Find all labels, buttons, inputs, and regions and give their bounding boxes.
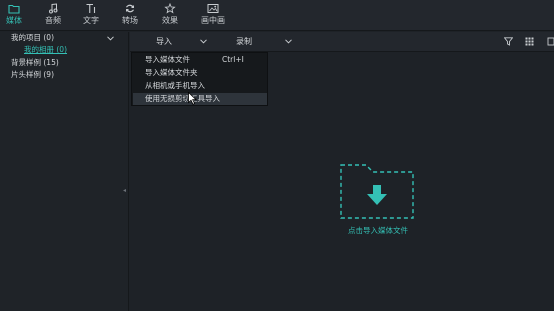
tab-text-label: 文字: [83, 16, 99, 25]
tab-audio-label: 音频: [45, 16, 61, 25]
tab-pip-label: 画中画: [201, 16, 225, 25]
drop-zone-label[interactable]: 点击导入媒体文件: [330, 226, 426, 236]
record-button[interactable]: 录制: [236, 36, 252, 47]
tab-pip[interactable]: 画中画: [192, 3, 234, 29]
tab-effects[interactable]: 效果: [152, 3, 188, 29]
menu-item-import-media-files[interactable]: 导入媒体文件 Ctrl+I: [133, 54, 267, 66]
tab-transition-label: 转场: [122, 16, 138, 25]
grid-view-icon[interactable]: [525, 37, 534, 46]
tab-media[interactable]: 媒体: [0, 3, 32, 29]
transition-icon: [126, 4, 134, 13]
tab-effects-label: 效果: [162, 16, 178, 25]
tab-media-label: 媒体: [6, 16, 22, 25]
menu-item-label: 导入媒体文件: [145, 55, 190, 64]
record-dropdown-chevron-icon[interactable]: [285, 39, 292, 44]
menu-item-import-from-camera-phone[interactable]: 从相机或手机导入: [133, 80, 267, 92]
tab-transition[interactable]: 转场: [112, 3, 148, 29]
import-drop-zone[interactable]: [340, 164, 414, 219]
folder-icon: [8, 4, 20, 14]
menu-item-import-media-folder[interactable]: 导入媒体文件夹: [133, 67, 267, 79]
media-header-bar: 导入 录制: [130, 32, 554, 52]
music-note-icon: [49, 3, 58, 14]
tab-audio[interactable]: 音频: [35, 3, 71, 29]
chevron-down-icon[interactable]: [107, 36, 114, 41]
menu-item-label: 从相机或手机导入: [145, 81, 205, 90]
filter-icon[interactable]: [504, 37, 513, 46]
download-arrow-icon: [367, 185, 387, 205]
top-toolbar: 媒体 音频 文字 转场 效果 画中画: [0, 0, 554, 31]
menu-item-import-with-lossless-cut[interactable]: 使用无损剪切工具导入: [133, 93, 267, 105]
import-dropdown-chevron-icon[interactable]: [200, 39, 207, 44]
menu-item-label: 使用无损剪切工具导入: [145, 94, 220, 103]
effects-icon: [164, 3, 176, 14]
collapse-panel-arrow-icon[interactable]: ◂: [123, 187, 126, 194]
sidebar-item-intro-samples[interactable]: 片头样例 (9): [11, 70, 54, 80]
search-icon[interactable]: [547, 37, 554, 46]
tab-text[interactable]: 文字: [73, 3, 109, 29]
import-button[interactable]: 导入: [156, 36, 172, 47]
menu-item-label: 导入媒体文件夹: [145, 68, 198, 77]
text-icon: [86, 3, 96, 13]
mouse-cursor-icon: [188, 92, 197, 105]
sidebar-item-background-samples[interactable]: 背景样例 (15): [11, 58, 59, 68]
menu-item-shortcut: Ctrl+I: [222, 55, 244, 64]
media-library-sidebar: 我的项目 (0) 我的相册 (0) 背景样例 (15) 片头样例 (9) ◂: [0, 32, 129, 311]
sidebar-item-my-project[interactable]: 我的项目 (0): [11, 33, 54, 43]
sidebar-item-my-album[interactable]: 我的相册 (0): [24, 45, 67, 55]
picture-in-picture-icon: [207, 4, 219, 13]
import-dropdown-menu: 导入媒体文件 Ctrl+I 导入媒体文件夹 从相机或手机导入 使用无损剪切工具导…: [131, 52, 268, 106]
